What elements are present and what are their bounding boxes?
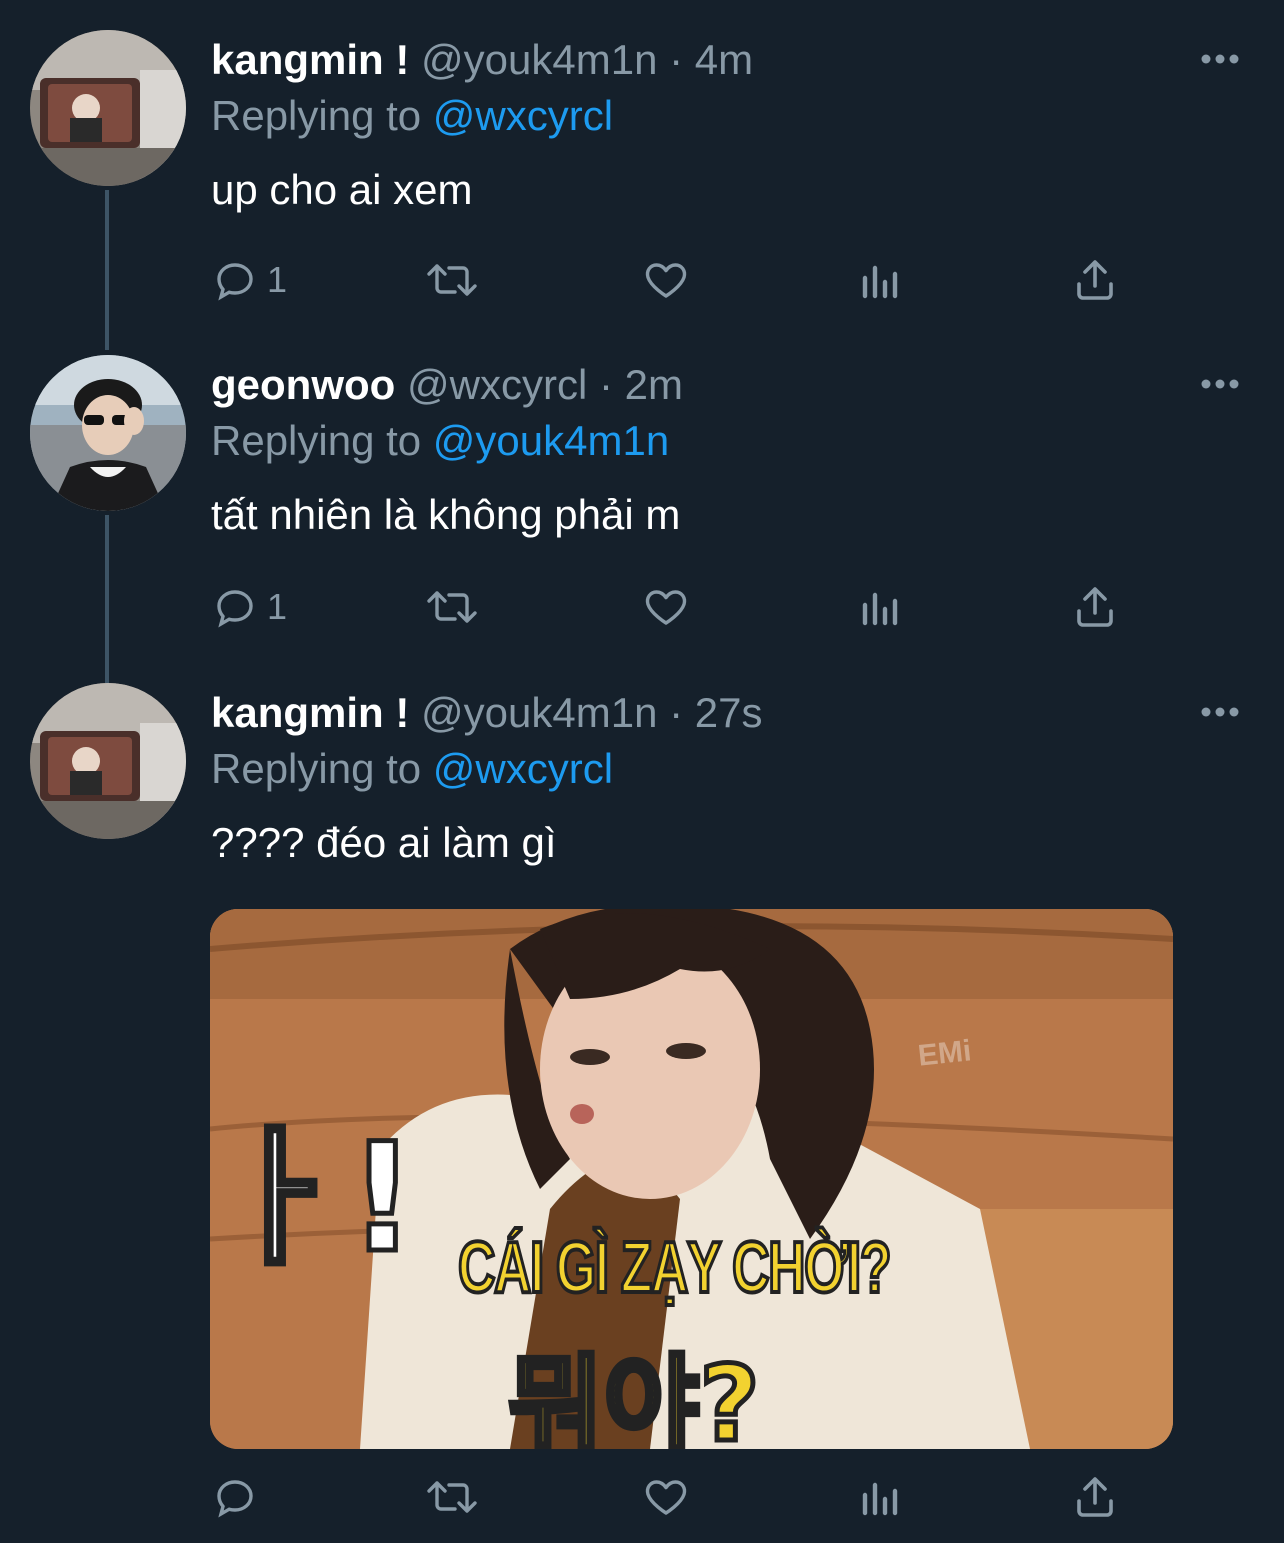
retweet-icon — [427, 264, 477, 296]
timestamp[interactable]: 27s — [695, 689, 763, 736]
tweet-text: tất nhiên là không phải m — [211, 491, 681, 538]
analytics-icon — [862, 592, 898, 626]
tweet-actions — [211, 1467, 1171, 1527]
retweet-icon — [427, 1481, 477, 1513]
separator: · — [598, 361, 613, 408]
share-icon — [1077, 260, 1113, 300]
tweet-3[interactable]: kangmin ! @youk4m1n · 27s Replying to @w… — [0, 683, 1284, 1543]
replying-to: Replying to @youk4m1n — [211, 411, 669, 471]
timestamp[interactable]: 2m — [625, 361, 683, 408]
reply-count: 1 — [267, 259, 288, 300]
heart-icon — [645, 590, 687, 625]
display-name[interactable]: geonwoo — [211, 361, 395, 408]
thread-connector — [105, 190, 109, 350]
thread-connector — [105, 515, 109, 685]
reply-icon — [217, 590, 253, 628]
analytics-button[interactable] — [859, 1467, 903, 1527]
more-dots-icon — [1201, 707, 1239, 717]
replying-mention[interactable]: @wxcyrcl — [433, 745, 613, 792]
more-options-button[interactable] — [1198, 697, 1242, 727]
display-name[interactable]: kangmin ! — [211, 36, 409, 83]
tweet-header: geonwoo @wxcyrcl · 2m — [211, 355, 683, 415]
share-button[interactable] — [1073, 1467, 1117, 1527]
reply-count: 1 — [267, 586, 288, 627]
handle[interactable]: @youk4m1n — [421, 36, 657, 83]
replying-mention[interactable]: @youk4m1n — [433, 417, 669, 464]
retweet-icon — [427, 591, 477, 623]
retweet-button[interactable] — [425, 577, 479, 637]
korean-caption: 뭐야? — [506, 1341, 763, 1450]
timestamp[interactable]: 4m — [695, 36, 753, 83]
tweet-media-image[interactable]: EMi ㅏ! CÁI GÌ ZẠY CHỜI? 뭐야? — [210, 909, 1173, 1449]
more-dots-icon — [1201, 54, 1239, 64]
replying-to: Replying to @wxcyrcl — [211, 86, 613, 146]
avatar[interactable] — [30, 355, 186, 511]
share-button[interactable] — [1073, 250, 1117, 310]
reply-button[interactable] — [211, 1467, 267, 1527]
more-options-button[interactable] — [1198, 369, 1242, 399]
more-options-button[interactable] — [1198, 44, 1242, 74]
tweet-header: kangmin ! @youk4m1n · 27s — [211, 683, 763, 743]
replying-to: Replying to @wxcyrcl — [211, 739, 613, 799]
reply-button[interactable]: 1 — [211, 250, 287, 310]
replying-mention[interactable]: @wxcyrcl — [433, 92, 613, 139]
reply-button[interactable]: 1 — [211, 577, 287, 637]
tweet-actions: 1 — [211, 577, 1171, 637]
tweet-text: up cho ai xem — [211, 166, 473, 213]
reply-icon — [217, 1480, 253, 1518]
handle[interactable]: @youk4m1n — [421, 689, 657, 736]
conversation-thread: kangmin ! @youk4m1n · 4m Replying to @wx… — [0, 0, 1284, 1543]
separator: · — [669, 36, 684, 83]
replying-label: Replying to — [211, 92, 422, 139]
avatar[interactable] — [30, 683, 186, 839]
share-icon — [1077, 587, 1113, 627]
reply-icon — [217, 263, 253, 301]
like-button[interactable] — [641, 1467, 691, 1527]
korean-caption-left: ㅏ! — [210, 1110, 419, 1289]
tweet-actions: 1 — [211, 250, 1171, 310]
analytics-button[interactable] — [859, 577, 903, 637]
like-button[interactable] — [641, 250, 691, 310]
analytics-button[interactable] — [859, 250, 903, 310]
tweet-header: kangmin ! @youk4m1n · 4m — [211, 30, 753, 90]
car-mirror-selfie-avatar-image — [30, 683, 186, 839]
like-button[interactable] — [641, 577, 691, 637]
analytics-icon — [862, 265, 898, 299]
share-button[interactable] — [1073, 577, 1117, 637]
tweet-2[interactable]: geonwoo @wxcyrcl · 2m Replying to @youk4… — [0, 355, 1284, 685]
more-dots-icon — [1201, 379, 1239, 389]
sunglasses-portrait-avatar-image — [30, 355, 186, 511]
display-name[interactable]: kangmin ! — [211, 689, 409, 736]
retweet-button[interactable] — [425, 250, 479, 310]
avatar[interactable] — [30, 30, 186, 186]
replying-label: Replying to — [211, 417, 422, 464]
watermark-logo: EMi — [916, 1034, 973, 1073]
tweet-1[interactable]: kangmin ! @youk4m1n · 4m Replying to @wx… — [0, 30, 1284, 350]
separator: · — [669, 689, 684, 736]
replying-label: Replying to — [211, 745, 422, 792]
vietnamese-caption: CÁI GÌ ZẠY CHỜI? — [457, 1226, 893, 1310]
heart-icon — [645, 263, 687, 298]
analytics-icon — [862, 1482, 898, 1516]
retweet-button[interactable] — [425, 1467, 479, 1527]
share-icon — [1077, 1477, 1113, 1517]
car-mirror-selfie-avatar-image — [30, 30, 186, 186]
heart-icon — [645, 1480, 687, 1515]
handle[interactable]: @wxcyrcl — [407, 361, 587, 408]
tweet-text: ???? đéo ai làm gì — [211, 819, 557, 866]
